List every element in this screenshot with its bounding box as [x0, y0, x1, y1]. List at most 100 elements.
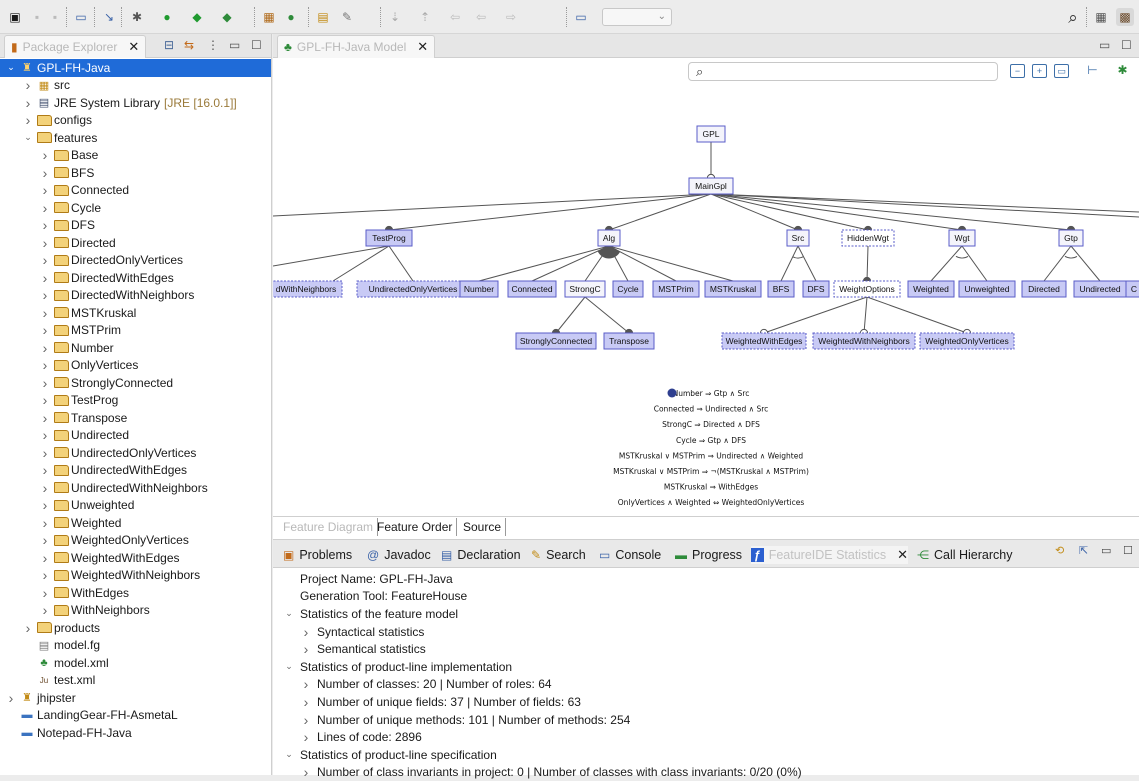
maximize-icon[interactable]: ☐: [251, 38, 262, 52]
terminal-icon[interactable]: ▭: [72, 8, 90, 26]
chevron-right-icon[interactable]: ›: [40, 462, 50, 478]
new-feature-project-icon[interactable]: ▦: [260, 8, 278, 26]
chevron-right-icon[interactable]: ›: [40, 375, 50, 391]
tab-call-hierarchy[interactable]: ⋲ Call Hierarchy: [917, 546, 1013, 564]
collapse-icon[interactable]: −: [1010, 64, 1025, 78]
statistics-item[interactable]: › Number of classes: 20 | Number of roles…: [273, 676, 1139, 694]
feature-node[interactable]: Number: [459, 280, 499, 298]
tab-feature-order[interactable]: Feature Order: [373, 518, 458, 536]
chevron-right-icon[interactable]: ›: [40, 585, 50, 601]
feature-node[interactable]: BFS: [767, 280, 795, 298]
tree-item[interactable]: › Number: [0, 339, 271, 357]
diagram-search-input[interactable]: ⌕: [688, 62, 998, 81]
tree-item[interactable]: › Weighted: [0, 514, 271, 532]
chevron-right-icon[interactable]: ›: [40, 550, 50, 566]
chevron-right-icon[interactable]: ›: [40, 567, 50, 583]
chevron-right-icon[interactable]: ›: [40, 602, 50, 618]
open-type-icon[interactable]: ▤: [314, 8, 332, 26]
tab-featureide-statistics[interactable]: ƒ FeatureIDE Statistics ✕: [751, 546, 908, 564]
back-icon[interactable]: ⇦: [472, 8, 490, 26]
new-icon[interactable]: ▣: [6, 8, 24, 26]
tree-item[interactable]: › DirectedWithNeighbors: [0, 287, 271, 305]
close-icon[interactable]: ✕: [417, 39, 428, 55]
tree-item[interactable]: › DFS: [0, 217, 271, 235]
feature-node[interactable]: TestProg: [365, 229, 413, 247]
tree-item[interactable]: › Directed: [0, 234, 271, 252]
chevron-right-icon[interactable]: ›: [40, 305, 50, 321]
chevron-right-icon[interactable]: ›: [40, 287, 50, 303]
feature-node[interactable]: GPL: [696, 125, 726, 143]
chevron-right-icon[interactable]: ›: [40, 515, 50, 531]
perspective-icon[interactable]: ▩: [1116, 8, 1134, 26]
feature-node[interactable]: UndirectedOnlyVertices: [356, 280, 470, 298]
feature-node[interactable]: Weighted: [907, 280, 955, 298]
feature-node[interactable]: WeightedOnlyVertices: [919, 332, 1015, 350]
feature-node[interactable]: Src: [786, 229, 810, 247]
view-menu-icon[interactable]: ⋮: [207, 38, 219, 52]
tree-item[interactable]: › WithEdges: [0, 584, 271, 602]
export-icon[interactable]: ▭: [1054, 64, 1069, 78]
chevron-right-icon[interactable]: ›: [40, 270, 50, 286]
feature-node[interactable]: C: [1125, 280, 1139, 298]
tab-feature-diagram[interactable]: Feature Diagram: [279, 518, 379, 536]
tree-item[interactable]: › BFS: [0, 164, 271, 182]
feature-node[interactable]: Undirected: [1073, 280, 1127, 298]
chevron-right-icon[interactable]: ›: [40, 392, 50, 408]
chevron-right-icon[interactable]: ›: [40, 532, 50, 548]
chevron-right-icon[interactable]: ›: [300, 676, 312, 692]
chevron-right-icon[interactable]: ›: [40, 322, 50, 338]
tree-item[interactable]: › ▤ JRE System Library [JRE [16.0.1]]: [0, 94, 271, 112]
tree-item[interactable]: › UndirectedWithNeighbors: [0, 479, 271, 497]
chevron-right-icon[interactable]: ›: [23, 112, 33, 128]
tree-item[interactable]: › TestProg: [0, 392, 271, 410]
feature-node[interactable]: Cycle: [612, 280, 644, 298]
chevron-right-icon[interactable]: ›: [40, 340, 50, 356]
save-icon[interactable]: ▪: [28, 8, 46, 26]
tree-item[interactable]: › OnlyVertices: [0, 357, 271, 375]
minimize-icon[interactable]: ▭: [229, 38, 240, 52]
statistics-item[interactable]: ⌄ Statistics of product-line implementati…: [273, 658, 1139, 676]
feature-node[interactable]: Directed: [1021, 280, 1067, 298]
feature-node[interactable]: Transpose: [603, 332, 655, 350]
feature-node[interactable]: Unweighted: [958, 280, 1016, 298]
tree-item[interactable]: › Cycle: [0, 199, 271, 217]
new-java-class-icon[interactable]: ●: [282, 8, 300, 26]
annotation-prev-icon[interactable]: ⇡: [416, 8, 434, 26]
tree-item[interactable]: › UndirectedWithEdges: [0, 462, 271, 480]
chevron-right-icon[interactable]: ›: [40, 252, 50, 268]
save-all-icon[interactable]: ▪: [46, 8, 64, 26]
layout-icon[interactable]: ⊢: [1085, 64, 1100, 78]
tree-item[interactable]: ▤ model.fg: [0, 637, 271, 655]
tree-item[interactable]: › Transpose: [0, 409, 271, 427]
forward-icon[interactable]: ⇨: [502, 8, 520, 26]
refresh-icon[interactable]: ⟲: [1055, 544, 1064, 557]
last-edit-icon[interactable]: ⇦: [446, 8, 464, 26]
tree-item[interactable]: ⌄ features: [0, 129, 271, 147]
skip-breakpoints-icon[interactable]: ↘: [100, 8, 118, 26]
chevron-right-icon[interactable]: ›: [300, 729, 312, 745]
statistics-item[interactable]: › Syntactical statistics: [273, 623, 1139, 641]
tree-item[interactable]: › WithNeighbors: [0, 602, 271, 620]
coverage-icon[interactable]: ◆: [188, 8, 206, 26]
chevron-right-icon[interactable]: ›: [40, 235, 50, 251]
statistics-item[interactable]: › Number of class invariants in project: …: [273, 764, 1139, 781]
tab-progress[interactable]: ▬ Progress: [675, 546, 742, 564]
statistics-item[interactable]: › Number of unique fields: 37 | Number of…: [273, 693, 1139, 711]
tree-item[interactable]: › Undirected: [0, 427, 271, 445]
tree-item[interactable]: ▬ Notepad-FH-Java: [0, 724, 271, 742]
tree-item[interactable]: › Connected: [0, 182, 271, 200]
external-tools-icon[interactable]: ◆: [218, 8, 236, 26]
statistics-item[interactable]: › Lines of code: 2896: [273, 728, 1139, 746]
chevron-right-icon[interactable]: ›: [300, 624, 312, 640]
feature-node[interactable]: Wgt: [948, 229, 976, 247]
tree-item[interactable]: › DirectedOnlyVertices: [0, 252, 271, 270]
open-perspective-icon[interactable]: ▦: [1092, 8, 1110, 26]
debug-icon[interactable]: ✱: [128, 8, 146, 26]
chevron-right-icon[interactable]: ›: [40, 357, 50, 373]
chevron-right-icon[interactable]: ›: [300, 694, 312, 710]
feature-node[interactable]: DFS: [802, 280, 830, 298]
chevron-right-icon[interactable]: ›: [6, 690, 16, 706]
tree-item[interactable]: › ▦ src: [0, 77, 271, 95]
chevron-right-icon[interactable]: ›: [300, 712, 312, 728]
tree-item[interactable]: › MSTPrim: [0, 322, 271, 340]
